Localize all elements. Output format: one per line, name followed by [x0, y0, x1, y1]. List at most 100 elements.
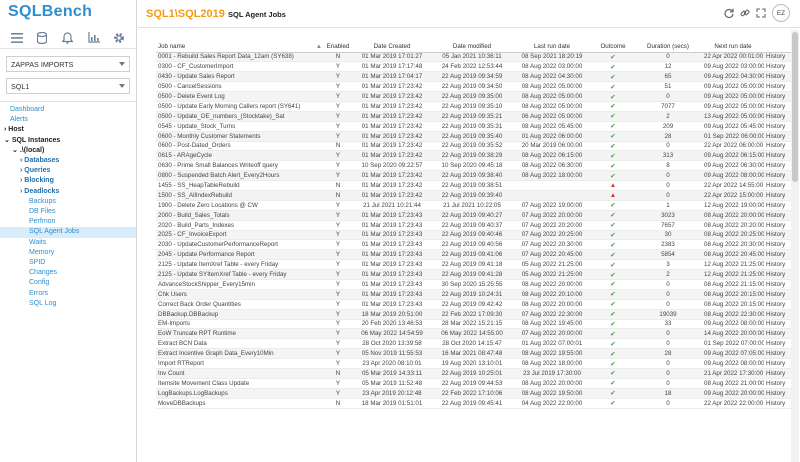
history-link[interactable]: History: [764, 239, 794, 251]
history-link[interactable]: History: [764, 348, 794, 360]
table-row[interactable]: MoveDBBackups N 18 Mar 2019 01:51:01 22 Aug…: [156, 398, 794, 409]
server-select[interactable]: ZAPPAS IMPORTS: [6, 56, 130, 72]
table-row[interactable]: Itemsite Movement Class Update Y 05 Mar 20…: [156, 378, 794, 389]
nav-local-instance[interactable]: ⌄ .\(local): [0, 146, 136, 156]
table-row[interactable]: 2000 - Build_Sales_Totals Y 01 Mar 2019 17…: [156, 210, 794, 221]
history-link[interactable]: History: [764, 141, 794, 152]
nav-item-sql-agent-jobs[interactable]: SQL Agent Jobs: [0, 227, 136, 238]
column-header-outcome[interactable]: Outcome: [592, 42, 634, 53]
history-link[interactable]: History: [764, 319, 794, 330]
table-row[interactable]: 0615 - ARAgeCycle Y 01 Mar 2019 17:23:42 22…: [156, 150, 794, 162]
table-row[interactable]: 0600 - Monthly Customer Statements Y 01 Ma…: [156, 131, 794, 142]
gear-icon[interactable]: [112, 31, 126, 45]
table-row[interactable]: 1455 - SS_HeapTableRebuild N 01 Mar 2019 1…: [156, 180, 794, 191]
history-link[interactable]: History: [764, 388, 794, 399]
table-row[interactable]: 2030 - UpdateCustomerPerformanceReport Y 0…: [156, 239, 794, 251]
history-link[interactable]: History: [764, 259, 794, 271]
nav-item-errors[interactable]: Errors: [0, 289, 136, 299]
nav-blocking[interactable]: › Blocking: [0, 176, 136, 186]
table-row[interactable]: 0001 - Rebuild Sales Report Data_12am (S…: [156, 52, 794, 63]
table-row[interactable]: 2125 - Update ItemXref Table - every Fri…: [156, 259, 794, 271]
table-row[interactable]: Chk Users Y 01 Mar 2019 17:23:43 22 Aug 201…: [156, 289, 794, 300]
table-row[interactable]: 2025 - CF_InvoiceExport Y 01 Mar 2019 17:2…: [156, 230, 794, 241]
nav-host[interactable]: › Host: [0, 125, 136, 135]
nav-dashboard[interactable]: Dashboard: [0, 105, 136, 115]
column-header-enabled[interactable]: Enabled: [324, 42, 352, 53]
table-row[interactable]: AdvanceStockShipper_Every15min Y 01 Mar 20…: [156, 279, 794, 290]
table-row[interactable]: Extract BCN Data Y 28 Oct 2020 13:39:58 28 …: [156, 338, 794, 350]
history-link[interactable]: History: [764, 289, 794, 300]
history-link[interactable]: History: [764, 111, 794, 122]
table-row[interactable]: Import RTReport Y 23 Apr 2020 08:10:01 19 A…: [156, 358, 794, 369]
nav-item-memory[interactable]: Memory: [0, 248, 136, 258]
nav-item-changes[interactable]: Changes: [0, 268, 136, 278]
table-row[interactable]: 0300 - CF_CustomerImport Y 01 Mar 2019 17:…: [156, 61, 794, 73]
history-link[interactable]: History: [764, 328, 794, 340]
history-link[interactable]: History: [764, 121, 794, 132]
table-row[interactable]: DBBackup.DBBackup Y 18 Mar 2019 20:51:00 22…: [156, 309, 794, 320]
table-row[interactable]: 0600 - Post-Dated_Orders N 01 Mar 2019 17:…: [156, 141, 794, 152]
user-avatar[interactable]: EZ: [772, 4, 790, 22]
table-row[interactable]: Inv Count N 05 Mar 2019 14:33:11 22 Aug 201…: [156, 368, 794, 379]
history-link[interactable]: History: [764, 180, 794, 191]
column-header-job-name[interactable]: Job name ▲: [156, 42, 324, 53]
history-link[interactable]: History: [764, 200, 794, 211]
page-scrollbar[interactable]: [791, 30, 799, 462]
nav-item-waits[interactable]: Waits: [0, 238, 136, 248]
history-link[interactable]: History: [764, 61, 794, 73]
history-link[interactable]: History: [764, 71, 794, 83]
history-link[interactable]: History: [764, 269, 794, 280]
table-row[interactable]: EM-Imports Y 20 Feb 2020 13:46:53 28 Mar 20…: [156, 319, 794, 330]
column-header-date-modified[interactable]: Date modified: [432, 42, 512, 53]
chart-icon[interactable]: [87, 31, 101, 45]
column-header-duration[interactable]: Duration (secs): [634, 42, 702, 53]
nav-item-perfmon[interactable]: Perfmon: [0, 217, 136, 227]
history-link[interactable]: History: [764, 160, 794, 172]
table-row[interactable]: 1500 - SS_AllIndexRebuild N 01 Mar 2019 17…: [156, 190, 794, 201]
menu-icon[interactable]: [10, 31, 24, 45]
table-row[interactable]: 2125 - Update SYItemXref Table - every F…: [156, 269, 794, 280]
history-link[interactable]: History: [764, 230, 794, 241]
history-link[interactable]: History: [764, 398, 794, 409]
nav-item-spid[interactable]: SPID: [0, 258, 136, 268]
history-link[interactable]: History: [764, 52, 794, 63]
history-link[interactable]: History: [764, 101, 794, 112]
history-link[interactable]: History: [764, 91, 794, 102]
table-row[interactable]: 0800 - Suspended Batch Alert_Every2Hours…: [156, 170, 794, 182]
nav-alerts[interactable]: Alerts: [0, 115, 136, 125]
nav-queries[interactable]: › Queries: [0, 166, 136, 176]
history-link[interactable]: History: [764, 131, 794, 142]
history-link[interactable]: History: [764, 170, 794, 182]
nav-item-db-files[interactable]: DB Files: [0, 207, 136, 217]
link-icon[interactable]: [740, 8, 750, 18]
column-header-next-run[interactable]: Next run date: [702, 42, 764, 53]
history-link[interactable]: History: [764, 150, 794, 162]
table-row[interactable]: 1900 - Delete Zero Locations @ CW Y 21 Jul…: [156, 200, 794, 211]
table-row[interactable]: EoW Truncate RPT Runtime Y 06 May 2022 14:…: [156, 328, 794, 340]
table-row[interactable]: 0545 - Update_Stock_Turns Y 01 Mar 2019 17…: [156, 121, 794, 132]
history-link[interactable]: History: [764, 190, 794, 201]
history-link[interactable]: History: [764, 368, 794, 379]
table-row[interactable]: 0500 - Delete Event Log Y 01 Mar 2019 17:2…: [156, 91, 794, 102]
nav-deadlocks[interactable]: › Deadlocks: [0, 187, 136, 197]
nav-item-sql-log[interactable]: SQL Log: [0, 299, 136, 309]
history-link[interactable]: History: [764, 220, 794, 231]
table-row[interactable]: 0500 - Update_OE_numbers_(Stocktake)_Sat…: [156, 111, 794, 122]
history-link[interactable]: History: [764, 279, 794, 290]
history-link[interactable]: History: [764, 210, 794, 221]
expand-window-icon[interactable]: [756, 8, 766, 18]
nav-sql-instances[interactable]: ⌄ SQL Instances: [0, 136, 136, 146]
nav-item-config[interactable]: Config: [0, 278, 136, 288]
table-row[interactable]: 2045 - Update Performance Report Y 01 Mar …: [156, 249, 794, 261]
column-header-date-created[interactable]: Date Created: [352, 42, 432, 53]
history-link[interactable]: History: [764, 338, 794, 350]
table-row[interactable]: 2020 - Build_Parts_Indexes Y 01 Mar 2019 1…: [156, 220, 794, 231]
bell-icon[interactable]: [61, 31, 75, 45]
history-link[interactable]: History: [764, 358, 794, 369]
database-icon[interactable]: [35, 31, 49, 45]
refresh-icon[interactable]: [724, 8, 734, 18]
table-row[interactable]: 0630 - Prime Small Balances Writeoff que…: [156, 160, 794, 172]
history-link[interactable]: History: [764, 309, 794, 320]
history-link[interactable]: History: [764, 249, 794, 261]
history-link[interactable]: History: [764, 378, 794, 389]
